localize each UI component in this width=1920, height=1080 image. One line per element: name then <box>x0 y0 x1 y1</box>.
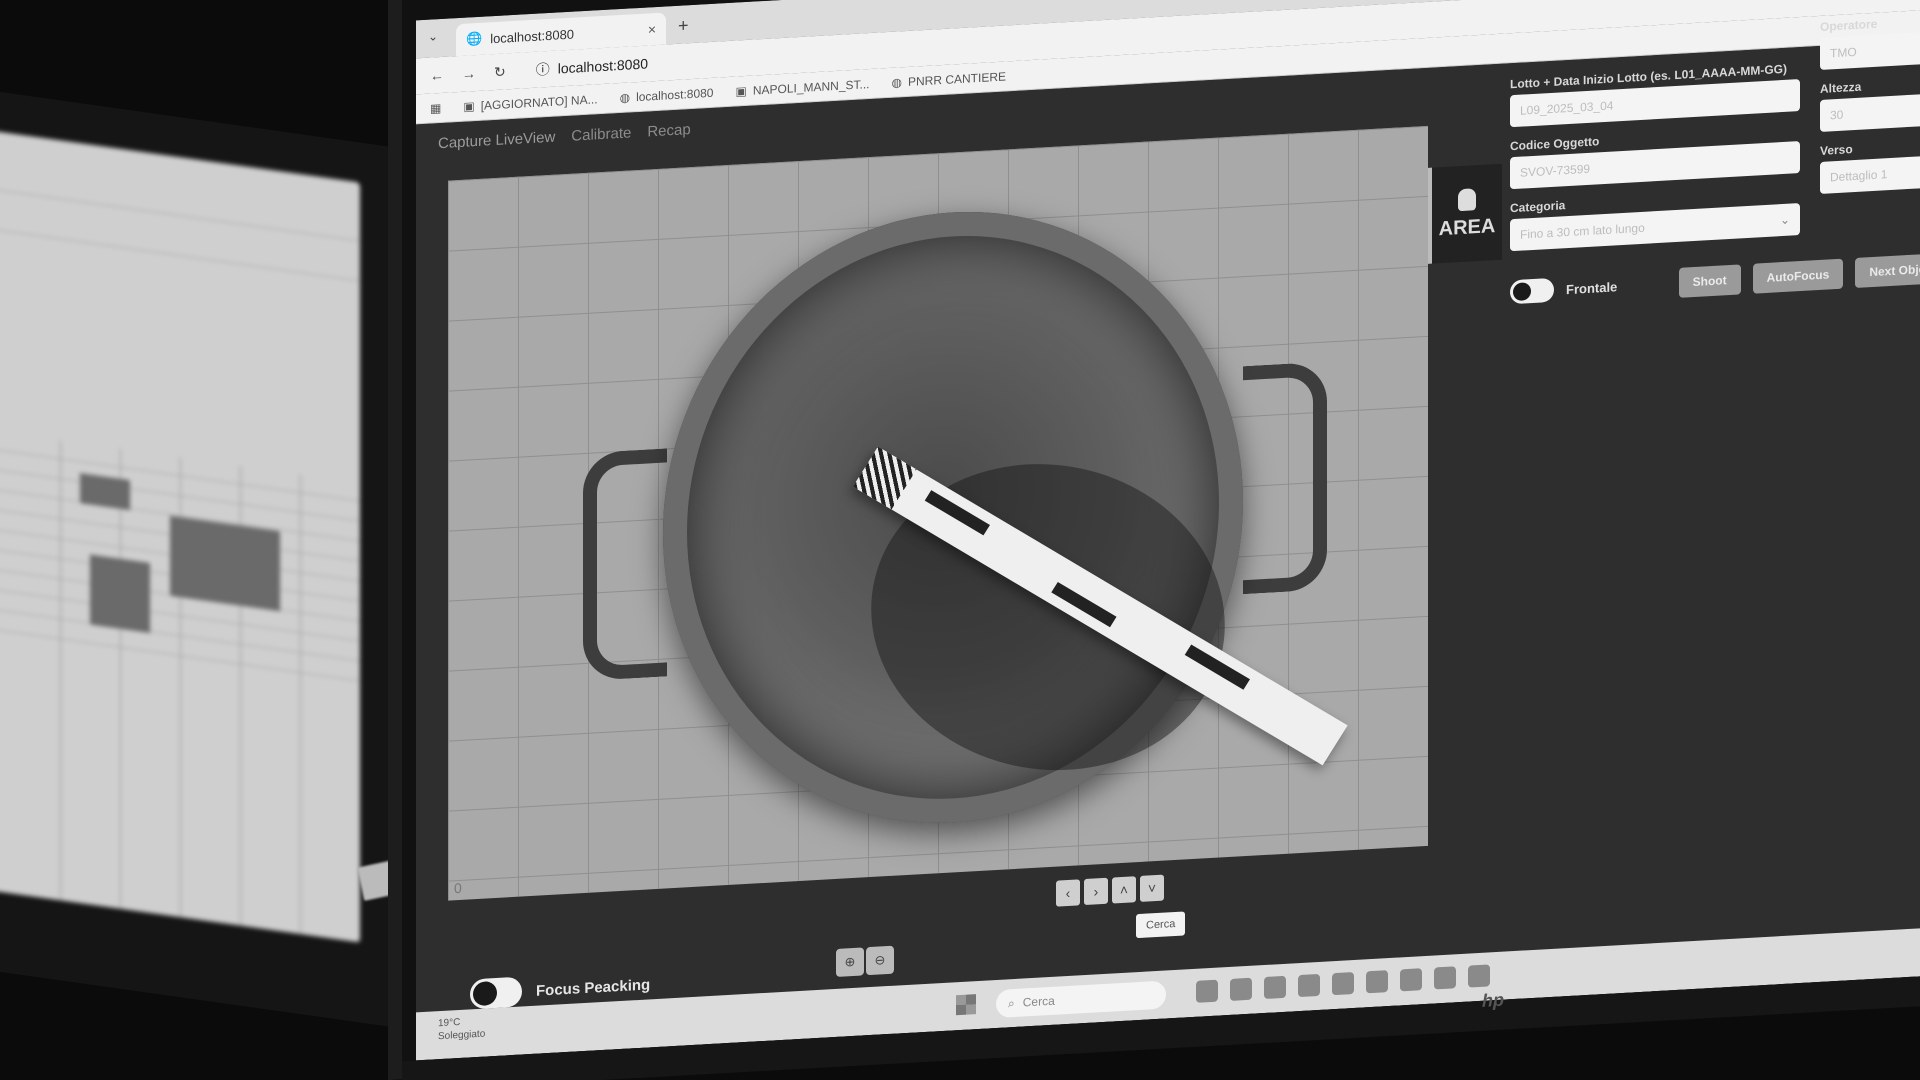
zoom-out-icon[interactable]: ⊖ <box>866 945 894 976</box>
apps-grid-icon[interactable]: ▦ <box>430 101 441 116</box>
doc-icon: ▣ <box>463 98 475 114</box>
app-icon[interactable] <box>1264 975 1286 1000</box>
app-icon[interactable] <box>1400 968 1422 992</box>
weather-widget[interactable]: 19°C Soleggiato <box>438 1015 485 1044</box>
live-corner-label: 0 <box>454 879 462 897</box>
next-object-button[interactable]: Next Object <box>1855 252 1920 288</box>
altezza-label: Altezza <box>1820 79 1862 96</box>
windows-start-icon[interactable] <box>956 994 976 1016</box>
nav-calibrate[interactable]: Calibrate <box>571 124 631 144</box>
autofocus-button[interactable]: AutoFocus <box>1752 258 1844 294</box>
nav-capture-liveview[interactable]: Capture LiveView <box>438 129 555 153</box>
hand-icon <box>1458 187 1476 211</box>
app-icon[interactable] <box>1196 979 1218 1003</box>
app-icon[interactable] <box>1332 971 1354 996</box>
new-tab-icon[interactable]: + <box>678 15 689 37</box>
bowl-handle-left <box>583 448 667 682</box>
zoom-in-icon[interactable]: ⊕ <box>836 947 864 977</box>
tab-title: localhost:8080 <box>490 26 575 46</box>
url-field[interactable]: ⓘ localhost:8080 <box>536 53 648 79</box>
app-icon[interactable] <box>1230 977 1252 1001</box>
monitor-screen: ⌄ 🌐 localhost:8080 × + ← → ↻ ⓘ localhost… <box>416 0 1920 1061</box>
app-icon[interactable] <box>1468 964 1490 988</box>
bookmark-item[interactable]: ▣ NAPOLI_MANN_ST... <box>735 77 869 98</box>
shoot-button[interactable]: Shoot <box>1678 264 1741 298</box>
arrow-right-icon[interactable]: › <box>1084 877 1108 906</box>
arrow-up-icon[interactable]: ˄ <box>1112 876 1136 904</box>
cerca-button[interactable]: Cerca <box>1136 911 1186 939</box>
site-info-icon[interactable]: ⓘ <box>536 59 550 80</box>
arrow-down-icon[interactable]: ˅ <box>1140 874 1164 902</box>
live-view-image[interactable]: 0 <box>448 125 1428 901</box>
photo-scene: ⌄ 🌐 localhost:8080 × + ← → ↻ ⓘ localhost… <box>0 0 1920 1080</box>
pan-arrows: ‹ › ˄ ˅ <box>1056 874 1164 907</box>
forward-icon[interactable]: → <box>462 65 476 82</box>
back-icon[interactable]: ← <box>430 67 444 84</box>
laptop-spreadsheet <box>0 129 360 943</box>
app-icon[interactable] <box>1434 966 1456 990</box>
globe-icon: ◍ <box>619 89 631 105</box>
frontale-label: Frontale <box>1566 278 1618 297</box>
zoom-controls: ⊕ ⊖ <box>836 945 894 977</box>
bowl-handle-right <box>1243 361 1327 595</box>
globe-icon: 🌐 <box>466 30 483 47</box>
app-icon[interactable] <box>1298 973 1320 998</box>
focus-peaking-toggle[interactable] <box>470 976 522 1010</box>
tab-search-chevron-icon[interactable]: ⌄ <box>428 29 438 44</box>
operatore-input[interactable]: TMO <box>1820 29 1920 70</box>
tab-close-icon[interactable]: × <box>648 21 656 37</box>
focus-peaking-label: Focus Peacking <box>536 975 651 1000</box>
area-label: AREA <box>1438 214 1496 240</box>
capture-app: Capture LiveView Calibrate Recap 0 AREA … <box>416 17 1920 1061</box>
app-icon[interactable] <box>1366 970 1388 994</box>
bookmark-item[interactable]: ◍ localhost:8080 <box>620 85 714 104</box>
verso-input[interactable]: Dettaglio 1 <box>1820 153 1920 194</box>
app-nav: Capture LiveView Calibrate Recap <box>438 121 691 152</box>
arrow-left-icon[interactable]: ‹ <box>1056 879 1080 907</box>
reload-icon[interactable]: ↻ <box>494 63 506 81</box>
altezza-input[interactable]: 30 <box>1820 91 1920 132</box>
nav-recap[interactable]: Recap <box>647 121 690 140</box>
verso-label: Verso <box>1820 142 1853 158</box>
weather-desc: Soleggiato <box>438 1028 486 1043</box>
search-placeholder: Cerca <box>1022 993 1055 1010</box>
bookmark-item[interactable]: ▣ [AGGIORNATO] NA... <box>463 92 597 114</box>
frontale-toggle[interactable] <box>1510 277 1554 305</box>
taskbar-search[interactable]: ⌕ Cerca <box>996 980 1166 1019</box>
hp-logo: hp <box>1482 989 1504 1011</box>
globe-icon: ◍ <box>891 74 902 90</box>
taskbar-apps <box>1196 964 1490 1003</box>
search-icon: ⌕ <box>1008 995 1015 1010</box>
url-text: localhost:8080 <box>557 55 649 77</box>
area-badge[interactable]: AREA <box>1428 163 1502 264</box>
bookmark-item[interactable]: ◍ PNRR CANTIERE <box>892 69 1007 89</box>
monitor: ⌄ 🌐 localhost:8080 × + ← → ↻ ⓘ localhost… <box>388 0 1920 1080</box>
doc-icon: ▣ <box>735 83 747 99</box>
